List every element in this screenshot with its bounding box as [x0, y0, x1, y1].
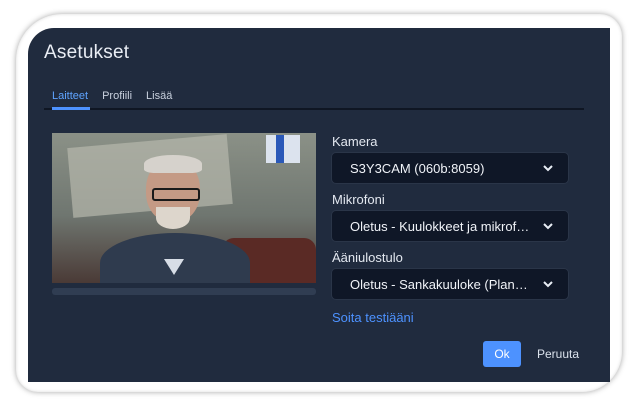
settings-dialog: Asetukset Laitteet Profiili Lisää Kamera…	[28, 28, 610, 382]
shirt-emblem	[164, 259, 184, 275]
person-glasses	[152, 188, 200, 201]
mic-level-meter	[52, 288, 316, 295]
chevron-down-icon	[543, 281, 553, 288]
microphone-value: Oletus - Kuulokkeet ja mikrofoni	[350, 219, 530, 234]
audio-output-select[interactable]: Oletus - Sankakuuloke (Plantronics)	[331, 268, 569, 300]
tab-more[interactable]: Lisää	[146, 90, 172, 102]
chevron-down-icon	[543, 223, 553, 230]
wall-flag	[266, 135, 300, 163]
dialog-title: Asetukset	[44, 42, 130, 63]
ok-button[interactable]: Ok	[483, 341, 521, 367]
camera-preview	[52, 133, 316, 283]
tab-divider	[44, 108, 584, 110]
audio-output-label: Ääniulostulo	[332, 250, 403, 265]
person-beard	[156, 207, 190, 229]
tab-bar: Laitteet Profiili Lisää	[52, 90, 172, 102]
microphone-label: Mikrofoni	[332, 192, 385, 207]
camera-select[interactable]: S3Y3CAM (060b:8059)	[331, 152, 569, 184]
cancel-button[interactable]: Peruuta	[530, 341, 586, 367]
camera-value: S3Y3CAM (060b:8059)	[350, 161, 485, 176]
tab-devices[interactable]: Laitteet	[52, 90, 88, 102]
active-tab-indicator	[52, 107, 90, 110]
audio-output-value: Oletus - Sankakuuloke (Plantronics)	[350, 277, 530, 292]
chevron-down-icon	[543, 165, 553, 172]
person-hair	[144, 155, 202, 173]
tab-profile[interactable]: Profiili	[102, 90, 132, 102]
camera-label: Kamera	[332, 134, 378, 149]
play-test-sound-link[interactable]: Soita testiääni	[332, 310, 414, 325]
microphone-select[interactable]: Oletus - Kuulokkeet ja mikrofoni	[331, 210, 569, 242]
